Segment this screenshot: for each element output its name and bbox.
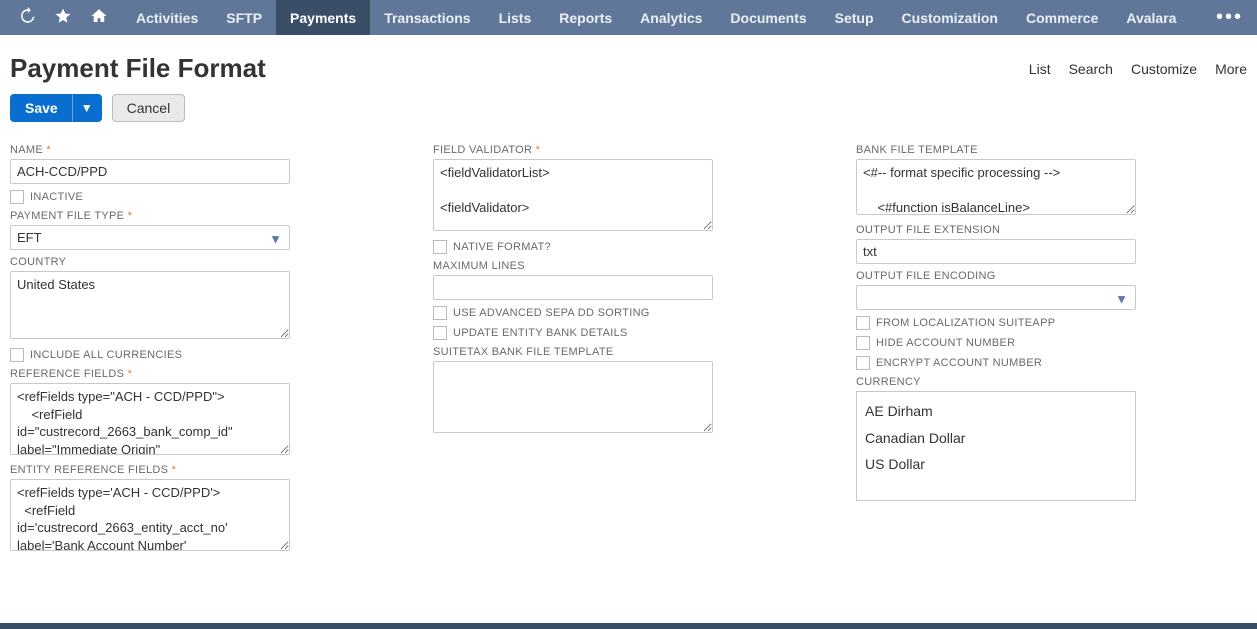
inactive-checkbox[interactable] — [10, 190, 24, 204]
bottom-bar — [0, 623, 1257, 629]
form-grid: NAME INACTIVE PAYMENT FILE TYPE ▼ COUNTR… — [0, 138, 1257, 564]
nav-item-sftp[interactable]: SFTP — [212, 0, 276, 35]
topbar-menu: ActivitiesSFTPPaymentsTransactionsListsR… — [122, 0, 1190, 35]
form-column-2: FIELD VALIDATOR NATIVE FORMAT? MAXIMUM L… — [433, 138, 824, 554]
header-action-search[interactable]: Search — [1069, 61, 1113, 77]
output-file-encoding-select[interactable] — [856, 285, 1136, 310]
name-label: NAME — [10, 144, 401, 156]
header-action-customize[interactable]: Customize — [1131, 61, 1197, 77]
use-advanced-sepa-label: USE ADVANCED SEPA DD SORTING — [453, 307, 650, 319]
entity-reference-fields-textarea[interactable] — [10, 479, 290, 551]
form-column-3: BANK FILE TEMPLATE OUTPUT FILE EXTENSION… — [856, 138, 1247, 554]
update-entity-bank-checkbox[interactable] — [433, 326, 447, 340]
hide-account-number-label: HIDE ACCOUNT NUMBER — [876, 337, 1015, 349]
button-bar: Save ▼ Cancel — [0, 90, 1257, 138]
star-icon[interactable] — [54, 7, 72, 28]
header-action-list[interactable]: List — [1029, 61, 1051, 77]
nav-item-documents[interactable]: Documents — [716, 0, 820, 35]
home-icon[interactable] — [90, 7, 108, 28]
topbar-icon-group — [0, 0, 122, 35]
nav-item-reports[interactable]: Reports — [545, 0, 626, 35]
nav-item-customization[interactable]: Customization — [888, 0, 1012, 35]
maximum-lines-label: MAXIMUM LINES — [433, 260, 824, 272]
country-label: COUNTRY — [10, 256, 401, 268]
top-nav-bar: ActivitiesSFTPPaymentsTransactionsListsR… — [0, 0, 1257, 35]
include-all-currencies-label: INCLUDE ALL CURRENCIES — [30, 349, 182, 361]
nav-item-setup[interactable]: Setup — [821, 0, 888, 35]
include-all-currencies-checkbox[interactable] — [10, 348, 24, 362]
nav-item-activities[interactable]: Activities — [122, 0, 212, 35]
encrypt-account-number-checkbox[interactable] — [856, 356, 870, 370]
hide-account-number-checkbox[interactable] — [856, 336, 870, 350]
entity-reference-fields-label: ENTITY REFERENCE FIELDS — [10, 464, 401, 476]
reference-fields-label: REFERENCE FIELDS — [10, 368, 401, 380]
payment-file-type-label: PAYMENT FILE TYPE — [10, 210, 401, 222]
nav-item-commerce[interactable]: Commerce — [1012, 0, 1112, 35]
native-format-checkbox[interactable] — [433, 240, 447, 254]
topbar-more-icon[interactable]: ••• — [1202, 0, 1257, 35]
field-validator-textarea[interactable] — [433, 159, 713, 231]
form-column-1: NAME INACTIVE PAYMENT FILE TYPE ▼ COUNTR… — [10, 138, 401, 554]
bank-file-template-label: BANK FILE TEMPLATE — [856, 144, 1247, 156]
output-file-extension-label: OUTPUT FILE EXTENSION — [856, 224, 1247, 236]
nav-item-avalara[interactable]: Avalara — [1112, 0, 1190, 35]
suitetax-label: SUITETAX BANK FILE TEMPLATE — [433, 346, 824, 358]
currency-option[interactable]: Canadian Dollar — [865, 425, 1127, 452]
update-entity-bank-label: UPDATE ENTITY BANK DETAILS — [453, 327, 628, 339]
nav-item-transactions[interactable]: Transactions — [370, 0, 484, 35]
currency-option[interactable]: AE Dirham — [865, 398, 1127, 425]
nav-item-analytics[interactable]: Analytics — [626, 0, 716, 35]
save-dropdown-caret[interactable]: ▼ — [73, 94, 102, 122]
encrypt-account-number-label: ENCRYPT ACCOUNT NUMBER — [876, 357, 1042, 369]
country-textarea[interactable] — [10, 271, 290, 339]
header-action-more[interactable]: More — [1215, 61, 1247, 77]
field-validator-label: FIELD VALIDATOR — [433, 144, 824, 156]
output-file-extension-input[interactable] — [856, 239, 1136, 264]
bank-file-template-textarea[interactable] — [856, 159, 1136, 215]
save-button-group: Save ▼ — [10, 94, 102, 122]
output-file-encoding-label: OUTPUT FILE ENCODING — [856, 270, 1247, 282]
name-input[interactable] — [10, 159, 290, 184]
cancel-button[interactable]: Cancel — [112, 94, 186, 122]
from-localization-checkbox[interactable] — [856, 316, 870, 330]
nav-item-payments[interactable]: Payments — [276, 0, 370, 35]
currency-option[interactable]: US Dollar — [865, 451, 1127, 478]
suitetax-textarea[interactable] — [433, 361, 713, 433]
payment-file-type-select[interactable] — [10, 225, 290, 250]
use-advanced-sepa-checkbox[interactable] — [433, 306, 447, 320]
nav-item-lists[interactable]: Lists — [485, 0, 546, 35]
inactive-label: INACTIVE — [30, 191, 83, 203]
currency-label: CURRENCY — [856, 376, 1247, 388]
maximum-lines-input[interactable] — [433, 275, 713, 300]
from-localization-label: FROM LOCALIZATION SUITEAPP — [876, 317, 1055, 329]
history-icon[interactable] — [18, 7, 36, 28]
page-action-links: List Search Customize More — [1029, 61, 1247, 77]
native-format-label: NATIVE FORMAT? — [453, 241, 551, 253]
reference-fields-textarea[interactable] — [10, 383, 290, 455]
currency-listbox[interactable]: AE DirhamCanadian DollarUS Dollar — [856, 391, 1136, 501]
page-header: Payment File Format List Search Customize M… — [0, 35, 1257, 90]
page-title: Payment File Format — [10, 53, 266, 84]
save-button[interactable]: Save — [10, 94, 73, 122]
